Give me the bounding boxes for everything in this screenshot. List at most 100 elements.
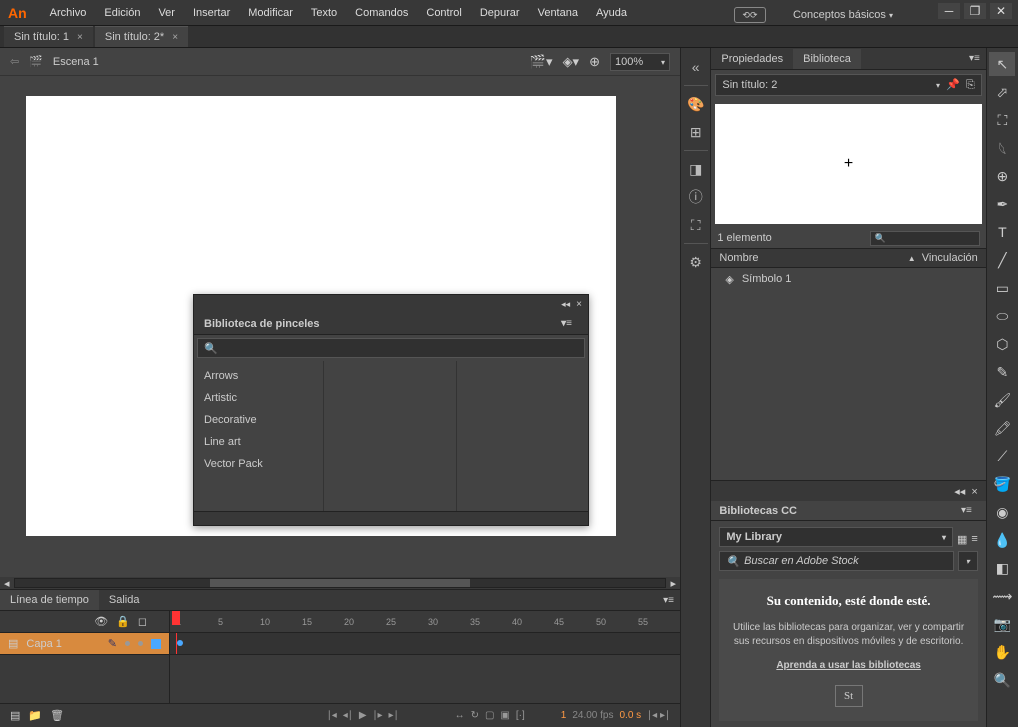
tab-library[interactable]: Biblioteca [793,49,861,69]
loop-icon[interactable]: ↻ [471,710,479,721]
expand-icon[interactable]: « [683,54,709,80]
frame-ruler[interactable]: 1 5 10 15 20 25 30 35 40 45 50 55 [170,611,680,633]
fps-value[interactable]: 24.00 fps [572,710,613,721]
paint-brush-tool[interactable]: 🖍 [989,416,1015,440]
zoom-dropdown[interactable]: 100% [610,53,670,71]
lasso-tool[interactable]: 𓆩 [989,136,1015,160]
rectangle-tool[interactable]: ▭ [989,276,1015,300]
eraser-tool[interactable]: ◧ [989,556,1015,580]
menu-text[interactable]: Texto [302,3,346,23]
close-icon[interactable]: × [77,32,83,43]
sync-icon[interactable]: ⟲⟳ [734,7,766,23]
onion-outline-icon[interactable]: ▣ [500,710,509,721]
brush-panel-resize[interactable] [194,511,588,525]
first-frame-icon[interactable]: ∣◂ [327,710,337,721]
menu-commands[interactable]: Comandos [346,3,417,23]
vis-toggle[interactable] [125,641,130,646]
col-name[interactable]: Nombre [719,252,758,264]
swatches-icon[interactable]: 🎨 [683,91,709,117]
align-icon[interactable]: ⊞ [683,119,709,145]
oval-tool[interactable]: ⬭ [989,304,1015,328]
zoom-tool[interactable]: 🔍 [989,668,1015,692]
selection-tool[interactable]: ↖ [989,52,1015,76]
doc-tab-2[interactable]: Sin título: 2*× [95,26,188,47]
free-transform-tool[interactable]: ⛶ [989,108,1015,132]
time-value[interactable]: 0.0 s [619,710,641,721]
doc-tab-1[interactable]: Sin título: 1× [4,26,93,47]
close-icon[interactable]: × [576,299,582,310]
camera-tool[interactable]: 📷 [989,612,1015,636]
close-icon[interactable]: × [172,32,178,43]
scroll-frame-icon[interactable]: ∣◂ ▸∣ [647,710,670,721]
cc-learn-link[interactable]: Aprenda a usar las bibliotecas [776,660,921,671]
play-icon[interactable]: ▶ [359,710,367,721]
lock-icon[interactable]: 🔒 [116,615,130,628]
keyframe[interactable] [177,640,183,646]
pen-tool[interactable]: ✒ [989,192,1015,216]
back-icon[interactable] [10,55,19,68]
panel-options-icon[interactable]: ▾≡ [963,53,986,64]
brush-panel-header[interactable]: ◂◂ × [194,295,588,313]
workspace-dropdown[interactable]: Conceptos básicos [784,5,908,25]
panel-options-icon[interactable]: ▾≡ [657,595,680,606]
close-button[interactable]: ✕ [990,3,1012,19]
horizontal-scrollbar[interactable]: ◂▸ [0,577,680,589]
cc-search-input[interactable]: 🔍Buscar en Adobe Stock [719,551,953,571]
prev-frame-icon[interactable]: ◂∣ [343,710,353,721]
color-icon[interactable]: ◨ [683,156,709,182]
pencil-tool[interactable]: ✎ [989,360,1015,384]
minimize-button[interactable]: ─ [938,3,960,19]
center-frame-icon[interactable]: ↔ [455,710,465,721]
outline-color[interactable] [151,639,161,649]
menu-control[interactable]: Control [417,3,470,23]
cc-title-label[interactable]: Bibliotecas CC [719,505,797,517]
layer-row[interactable]: ▤ Capa 1 ✎ [0,633,169,655]
bucket-tool[interactable]: 🪣 [989,472,1015,496]
info-icon[interactable]: ⓘ [683,184,709,210]
text-tool[interactable]: T [989,220,1015,244]
outline-icon[interactable]: ◻ [138,615,147,628]
tab-output[interactable]: Salida [99,590,150,610]
center-stage-icon[interactable]: ⊕ [589,54,600,70]
subselection-tool[interactable]: ⬀ [989,80,1015,104]
menu-help[interactable]: Ayuda [587,3,636,23]
maximize-button[interactable]: ❐ [964,3,986,19]
brush-category[interactable]: Decorative [194,409,323,431]
menu-modify[interactable]: Modificar [239,3,302,23]
line-tool[interactable]: ╱ [989,248,1015,272]
current-frame[interactable]: 1 [561,710,567,721]
eyedropper-tool[interactable]: 💧 [989,528,1015,552]
delete-layer-icon[interactable]: 🗑 [50,709,64,722]
library-search[interactable]: 🔍 [870,231,980,246]
collapse-icon[interactable]: ◂◂ [561,299,570,310]
panel-options-icon[interactable]: ▾≡ [955,505,978,516]
menu-window[interactable]: Ventana [529,3,587,23]
components-icon[interactable]: ⚙ [683,249,709,275]
3d-rotation-tool[interactable]: ⊕ [989,164,1015,188]
brush-category[interactable]: Line art [194,431,323,453]
brush-category[interactable]: Arrows [194,365,323,387]
brush-panel-title-bar[interactable]: Biblioteca de pinceles ▾≡ [194,313,588,335]
ink-bottle-tool[interactable]: ◉ [989,500,1015,524]
cc-library-dropdown[interactable]: My Library [719,527,953,547]
menu-file[interactable]: Archivo [41,3,96,23]
tab-timeline[interactable]: Línea de tiempo [0,590,99,610]
tab-properties[interactable]: Propiedades [711,49,793,69]
library-doc-dropdown[interactable]: Sin título: 2 📌 ⎘ [715,74,981,96]
transform-icon[interactable]: ⛶ [683,212,709,238]
visibility-icon[interactable]: 👁 [94,615,108,628]
polystar-tool[interactable]: ⬡ [989,332,1015,356]
search-dropdown[interactable] [958,551,978,571]
collapse-icon[interactable]: ◂◂ × [954,485,978,498]
width-tool[interactable]: ⟿ [989,584,1015,608]
panel-options-icon[interactable]: ▾≡ [555,318,578,329]
edit-frames-icon[interactable]: [·] [516,710,525,721]
brush-category[interactable]: Vector Pack [194,453,323,475]
library-item[interactable]: ◈ Símbolo 1 [711,268,985,290]
edit-symbol-icon[interactable]: ◈▾ [563,54,580,70]
brush-tool[interactable]: 🖌 [989,388,1015,412]
brush-search-input[interactable]: 🔍 [197,338,585,358]
scene-label[interactable]: Escena 1 [53,56,99,68]
col-link[interactable]: Vinculación [922,252,978,264]
menu-view[interactable]: Ver [149,3,184,23]
